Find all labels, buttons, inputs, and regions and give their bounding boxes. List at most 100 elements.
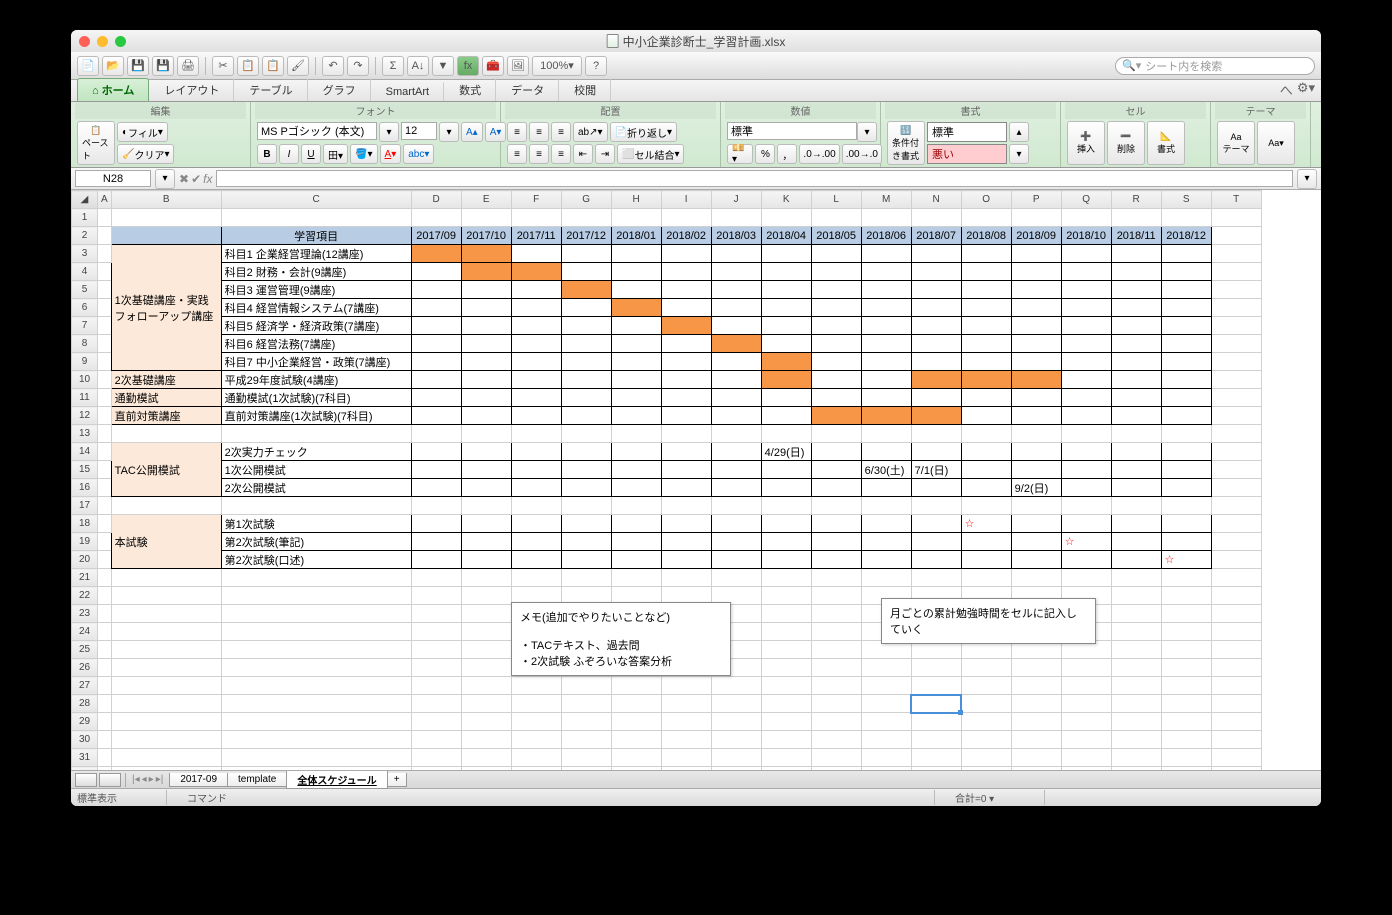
sort-icon[interactable]: A↓: [407, 56, 429, 76]
indent-inc-icon[interactable]: ⇥: [595, 144, 615, 164]
comma-icon[interactable]: ，: [777, 144, 797, 164]
undo-icon[interactable]: ↶: [322, 56, 344, 76]
new-icon[interactable]: 📄: [77, 56, 99, 76]
row-header-21[interactable]: 21: [72, 569, 98, 587]
media-icon[interactable]: 🖼: [507, 56, 529, 76]
row-header-1[interactable]: 1: [72, 209, 98, 227]
tab-layout[interactable]: レイアウト: [149, 78, 234, 101]
style-bad[interactable]: 悪い: [927, 144, 1007, 164]
row-header-28[interactable]: 28: [72, 695, 98, 713]
col-header-M[interactable]: M: [861, 191, 911, 209]
row-header-2[interactable]: 2: [72, 227, 98, 245]
format-button[interactable]: 📐書式: [1147, 121, 1185, 165]
tab-table[interactable]: テーブル: [234, 78, 307, 101]
insert-button[interactable]: ➕挿入: [1067, 121, 1105, 165]
sheet-tab-0[interactable]: 2017-09: [169, 773, 228, 787]
zoom-icon[interactable]: [115, 36, 126, 47]
format-painter-icon[interactable]: 🖌: [287, 56, 309, 76]
col-header-A[interactable]: A: [98, 191, 112, 209]
tab-smartart[interactable]: SmartArt: [371, 82, 444, 101]
col-header-I[interactable]: I: [661, 191, 711, 209]
merge-button[interactable]: ⬜ セル結合▾: [617, 144, 684, 164]
row-header-32[interactable]: 32: [72, 767, 98, 771]
toolbox-icon[interactable]: 🧰: [482, 56, 504, 76]
save-icon[interactable]: 💾: [127, 56, 149, 76]
status-sum[interactable]: 合計=0 ▾: [955, 790, 1045, 805]
col-header-G[interactable]: G: [561, 191, 611, 209]
print-icon[interactable]: 🖨: [177, 56, 199, 76]
cond-format-button[interactable]: 🔢条件付き書式: [887, 121, 925, 165]
font-color-button[interactable]: A▾: [380, 144, 402, 164]
save2-icon[interactable]: 💾: [152, 56, 174, 76]
add-sheet-button[interactable]: +: [387, 773, 407, 787]
col-header-P[interactable]: P: [1011, 191, 1061, 209]
col-header-S[interactable]: S: [1161, 191, 1211, 209]
theme-font-button[interactable]: Aa▾: [1257, 121, 1295, 165]
row-header-27[interactable]: 27: [72, 677, 98, 695]
col-header-B[interactable]: B: [111, 191, 221, 209]
row-header-11[interactable]: 11: [72, 389, 98, 407]
cut-icon[interactable]: ✂: [212, 56, 234, 76]
fill-color-button[interactable]: 🪣▾: [350, 144, 377, 164]
col-header-R[interactable]: R: [1111, 191, 1161, 209]
select-all-corner[interactable]: ◢: [72, 191, 98, 209]
col-header-O[interactable]: O: [961, 191, 1011, 209]
indent-dec-icon[interactable]: ⇤: [573, 144, 593, 164]
copy-icon[interactable]: 📋: [237, 56, 259, 76]
search-input[interactable]: 🔍▾ シート内を検索: [1115, 57, 1315, 75]
numfmt-dropdown-icon[interactable]: ▾: [857, 122, 877, 142]
help-icon[interactable]: ?: [585, 56, 607, 76]
row-header-14[interactable]: 14: [72, 443, 98, 461]
row-header-23[interactable]: 23: [72, 605, 98, 623]
tab-data[interactable]: データ: [496, 78, 559, 101]
currency-icon[interactable]: 💴▾: [727, 144, 753, 164]
last-sheet-icon[interactable]: ▸|: [156, 774, 164, 785]
sheet-tab-2[interactable]: 全体スケジュール: [286, 771, 387, 789]
row-header-7[interactable]: 7: [72, 317, 98, 335]
border-button[interactable]: 田▾: [323, 144, 348, 164]
row-header-8[interactable]: 8: [72, 335, 98, 353]
size-dropdown-icon[interactable]: ▾: [439, 122, 459, 142]
expand-fx-icon[interactable]: ▾: [1297, 169, 1317, 189]
col-header-L[interactable]: L: [811, 191, 861, 209]
namebox-dropdown-icon[interactable]: ▾: [155, 169, 175, 189]
align-right-icon[interactable]: ≡: [551, 144, 571, 164]
align-center-icon[interactable]: ≡: [529, 144, 549, 164]
view-layout-icon[interactable]: [99, 773, 121, 787]
row-header-19[interactable]: 19: [72, 533, 98, 551]
next-sheet-icon[interactable]: ▸: [149, 774, 154, 785]
col-header-H[interactable]: H: [611, 191, 661, 209]
name-box[interactable]: [75, 170, 151, 187]
italic-button[interactable]: I: [279, 144, 299, 164]
row-header-25[interactable]: 25: [72, 641, 98, 659]
row-header-13[interactable]: 13: [72, 425, 98, 443]
col-header-C[interactable]: C: [221, 191, 411, 209]
fill-button[interactable]: ◐ フィル ▾: [117, 122, 168, 142]
collapse-ribbon-icon[interactable]: へ: [1280, 80, 1293, 99]
close-icon[interactable]: [79, 36, 90, 47]
col-header-D[interactable]: D: [411, 191, 461, 209]
prev-sheet-icon[interactable]: ◂: [142, 774, 147, 785]
row-header-10[interactable]: 10: [72, 371, 98, 389]
paste-icon[interactable]: 📋: [262, 56, 284, 76]
style-down-icon[interactable]: ▾: [1009, 144, 1029, 164]
first-sheet-icon[interactable]: |◂: [132, 774, 140, 785]
wrap-button[interactable]: 📄 折り返し▾: [610, 122, 677, 142]
col-header-E[interactable]: E: [461, 191, 511, 209]
row-header-22[interactable]: 22: [72, 587, 98, 605]
dec-decimal-icon[interactable]: .00→.0: [842, 144, 882, 164]
number-format-select[interactable]: [727, 122, 857, 140]
align-mid-icon[interactable]: ≡: [529, 122, 549, 142]
clear-button[interactable]: 🧹 クリア ▾: [117, 144, 174, 164]
col-header-K[interactable]: K: [761, 191, 811, 209]
row-header-4[interactable]: 4: [72, 263, 98, 281]
open-icon[interactable]: 📂: [102, 56, 124, 76]
row-header-6[interactable]: 6: [72, 299, 98, 317]
tab-formula[interactable]: 数式: [444, 78, 496, 101]
size-select[interactable]: [401, 122, 437, 140]
tab-home[interactable]: ⌂ホーム: [77, 78, 149, 101]
col-header-F[interactable]: F: [511, 191, 561, 209]
row-header-17[interactable]: 17: [72, 497, 98, 515]
view-normal-icon[interactable]: [75, 773, 97, 787]
formula-input[interactable]: [216, 170, 1293, 187]
